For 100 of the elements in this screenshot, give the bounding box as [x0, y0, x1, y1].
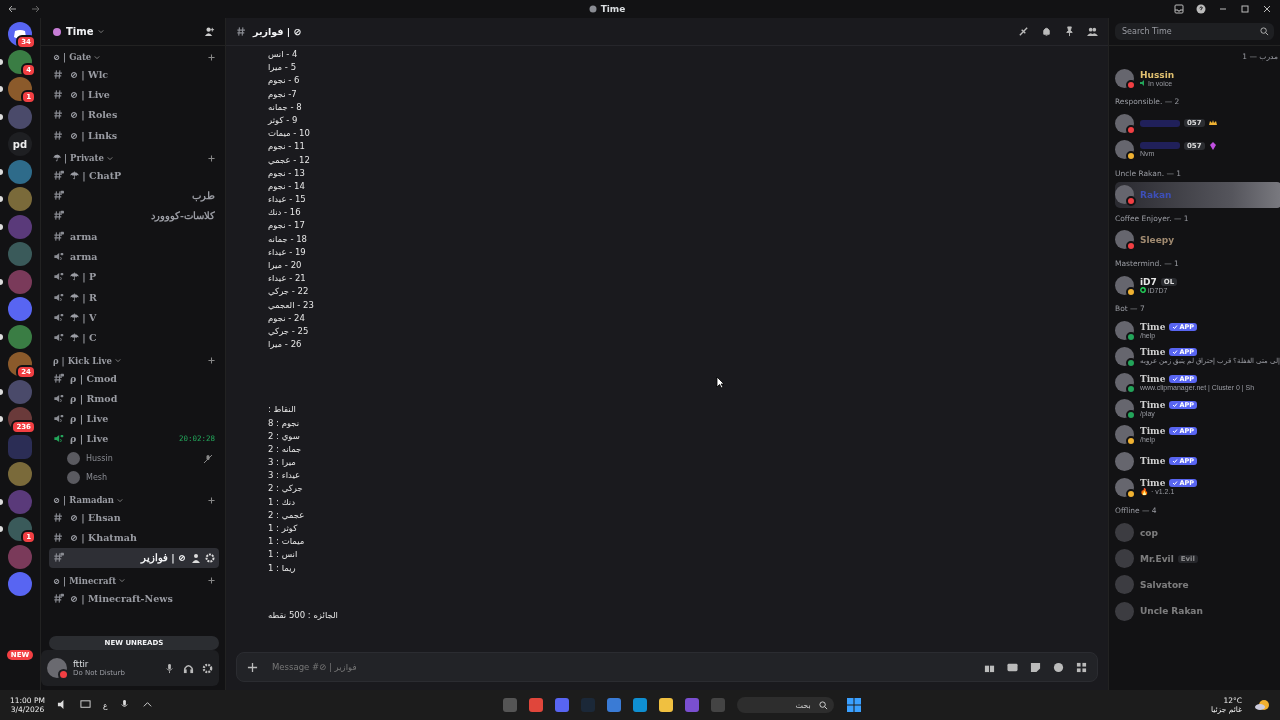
server-icon[interactable] — [8, 242, 32, 266]
chevron-down-icon[interactable] — [114, 358, 121, 364]
member-item[interactable]: Salvatore — [1115, 571, 1278, 598]
channel-item[interactable]: ⊘ | Wlc — [49, 64, 219, 85]
sticker-icon[interactable] — [1030, 661, 1041, 673]
channel-item[interactable]: طرب — [49, 185, 219, 206]
server-icon[interactable] — [8, 572, 32, 596]
cloud-moon-icon[interactable] — [1254, 698, 1270, 712]
member-name: Time — [1140, 321, 1166, 332]
channel-item[interactable]: ⊘ | Khatmah — [49, 527, 219, 548]
microphone-icon[interactable] — [164, 662, 175, 674]
plus-icon[interactable] — [247, 661, 258, 673]
message-line: 22 - جركي — [268, 285, 309, 299]
close-icon[interactable] — [1262, 4, 1272, 14]
settings-icon[interactable] — [202, 662, 213, 674]
headphones-icon[interactable] — [183, 662, 194, 674]
message-line: 20 - ميرا — [268, 259, 302, 272]
settings-icon[interactable] — [205, 552, 215, 563]
chevron-down-icon[interactable] — [94, 54, 101, 60]
check-icon — [1172, 323, 1179, 330]
voice-user[interactable]: Hussin — [49, 449, 219, 469]
plus-icon[interactable] — [208, 154, 215, 162]
server-icon[interactable] — [8, 462, 32, 486]
channel-item[interactable]: arma — [49, 246, 219, 267]
server-name[interactable]: Time — [66, 26, 94, 37]
taskbar-app-icon[interactable] — [528, 698, 543, 712]
check-icon — [1172, 349, 1179, 356]
channel-item[interactable]: ☂ | C — [49, 327, 219, 348]
taskbar-search-field[interactable]: بحث — [758, 699, 813, 711]
invite-people-icon[interactable] — [204, 26, 215, 37]
channel-item[interactable]: ⊘ | Live — [49, 84, 219, 105]
category-header[interactable]: ⊘ | Ramadan — [53, 495, 115, 506]
category-header[interactable]: ⊘ | Minecraft — [53, 575, 117, 586]
channel-item[interactable]: ⊘ | فوازير — [49, 547, 219, 568]
channel-item[interactable]: ⊘ | Minecraft-News — [49, 587, 219, 609]
search-icon[interactable] — [818, 700, 828, 710]
members-icon[interactable] — [1087, 26, 1098, 37]
taskbar-search-box[interactable]: بحث — [736, 697, 834, 713]
message-composer[interactable]: Message #⊘ | فوازير — [236, 652, 1098, 682]
channel-item[interactable]: ρ | Rmod — [49, 388, 219, 409]
plus-icon[interactable] — [208, 496, 215, 504]
category-header[interactable]: ☂ | Private — [53, 153, 104, 164]
chevron-down-icon[interactable] — [119, 578, 126, 584]
member-item[interactable]: cop — [1115, 519, 1278, 546]
channel-item[interactable]: ☂ | P — [49, 266, 219, 287]
maximize-icon[interactable] — [1240, 4, 1250, 14]
channel-item[interactable]: ρ | Cmod — [49, 367, 219, 389]
chevron-down-icon[interactable] — [98, 29, 105, 34]
taskbar-app-icon[interactable] — [658, 698, 673, 712]
search-field[interactable]: Search Time — [1120, 26, 1260, 37]
message-input[interactable]: Message #⊘ | فوازير — [270, 661, 972, 673]
category-header[interactable]: ρ | Kick Live — [53, 355, 112, 366]
forward-arrow-icon[interactable] — [30, 4, 40, 14]
channel-item[interactable]: ⊘ | Links — [49, 124, 219, 146]
locked-hash-icon — [53, 592, 64, 604]
pin-icon[interactable] — [1064, 26, 1075, 37]
server-icon[interactable] — [8, 297, 32, 321]
voice-user[interactable]: Mesh — [49, 468, 219, 488]
invite-icon[interactable] — [192, 552, 202, 563]
channel-item[interactable]: ☂ | V — [49, 307, 219, 328]
bell-icon[interactable] — [1041, 26, 1052, 37]
search-box[interactable]: Search Time — [1115, 23, 1274, 40]
channel-item[interactable]: ⊘ | Ehsan — [49, 507, 219, 528]
gif-icon[interactable] — [1007, 661, 1018, 673]
message-line: ميرا : 3 — [268, 456, 296, 470]
avatar-icon — [67, 452, 80, 466]
hash-icon — [53, 109, 64, 121]
monitor-icon[interactable] — [80, 698, 91, 710]
channel-item[interactable]: كلاسات-كووورد — [49, 205, 219, 227]
back-arrow-icon[interactable] — [8, 4, 18, 14]
message-line: 23 - العجمي — [268, 298, 314, 312]
plus-icon[interactable] — [208, 577, 215, 585]
message-line: 15 - عيداء — [268, 193, 306, 207]
category-header[interactable]: ⊘ | Gate — [53, 52, 92, 62]
member-avatar — [1115, 575, 1134, 595]
plus-icon[interactable] — [208, 53, 215, 61]
chevron-down-icon[interactable] — [117, 497, 124, 503]
taskbar-app-icon[interactable] — [606, 698, 621, 712]
message-line: 14 - نجوم — [268, 179, 305, 193]
threads-icon[interactable] — [1018, 26, 1029, 37]
help-icon[interactable] — [1196, 4, 1206, 14]
user-avatar[interactable] — [47, 658, 67, 678]
windows-start-icon[interactable] — [845, 697, 862, 713]
member-item[interactable]: Uncle Rakan — [1115, 598, 1278, 625]
apps-icon[interactable] — [1076, 661, 1087, 673]
member-avatar — [1115, 601, 1134, 621]
emoji-icon[interactable] — [1053, 661, 1064, 673]
channel-item[interactable]: ☂ | ChatP — [49, 165, 219, 186]
taskbar-app-icon[interactable] — [632, 698, 647, 712]
inbox-icon[interactable] — [1174, 4, 1184, 14]
chevron-down-icon[interactable] — [106, 155, 113, 161]
channel-item[interactable]: ☂ | R — [49, 286, 219, 308]
username: fttir — [73, 659, 90, 669]
server-icon[interactable]: pd — [8, 132, 32, 156]
channel-item[interactable]: ⊘ | Roles — [49, 104, 219, 125]
plus-icon[interactable] — [208, 357, 215, 365]
channel-item[interactable]: arma — [49, 226, 219, 247]
channel-item[interactable]: ρ | Live — [49, 408, 219, 429]
search-icon[interactable] — [1260, 27, 1269, 36]
member-item[interactable]: Sleepy — [1115, 226, 1278, 253]
